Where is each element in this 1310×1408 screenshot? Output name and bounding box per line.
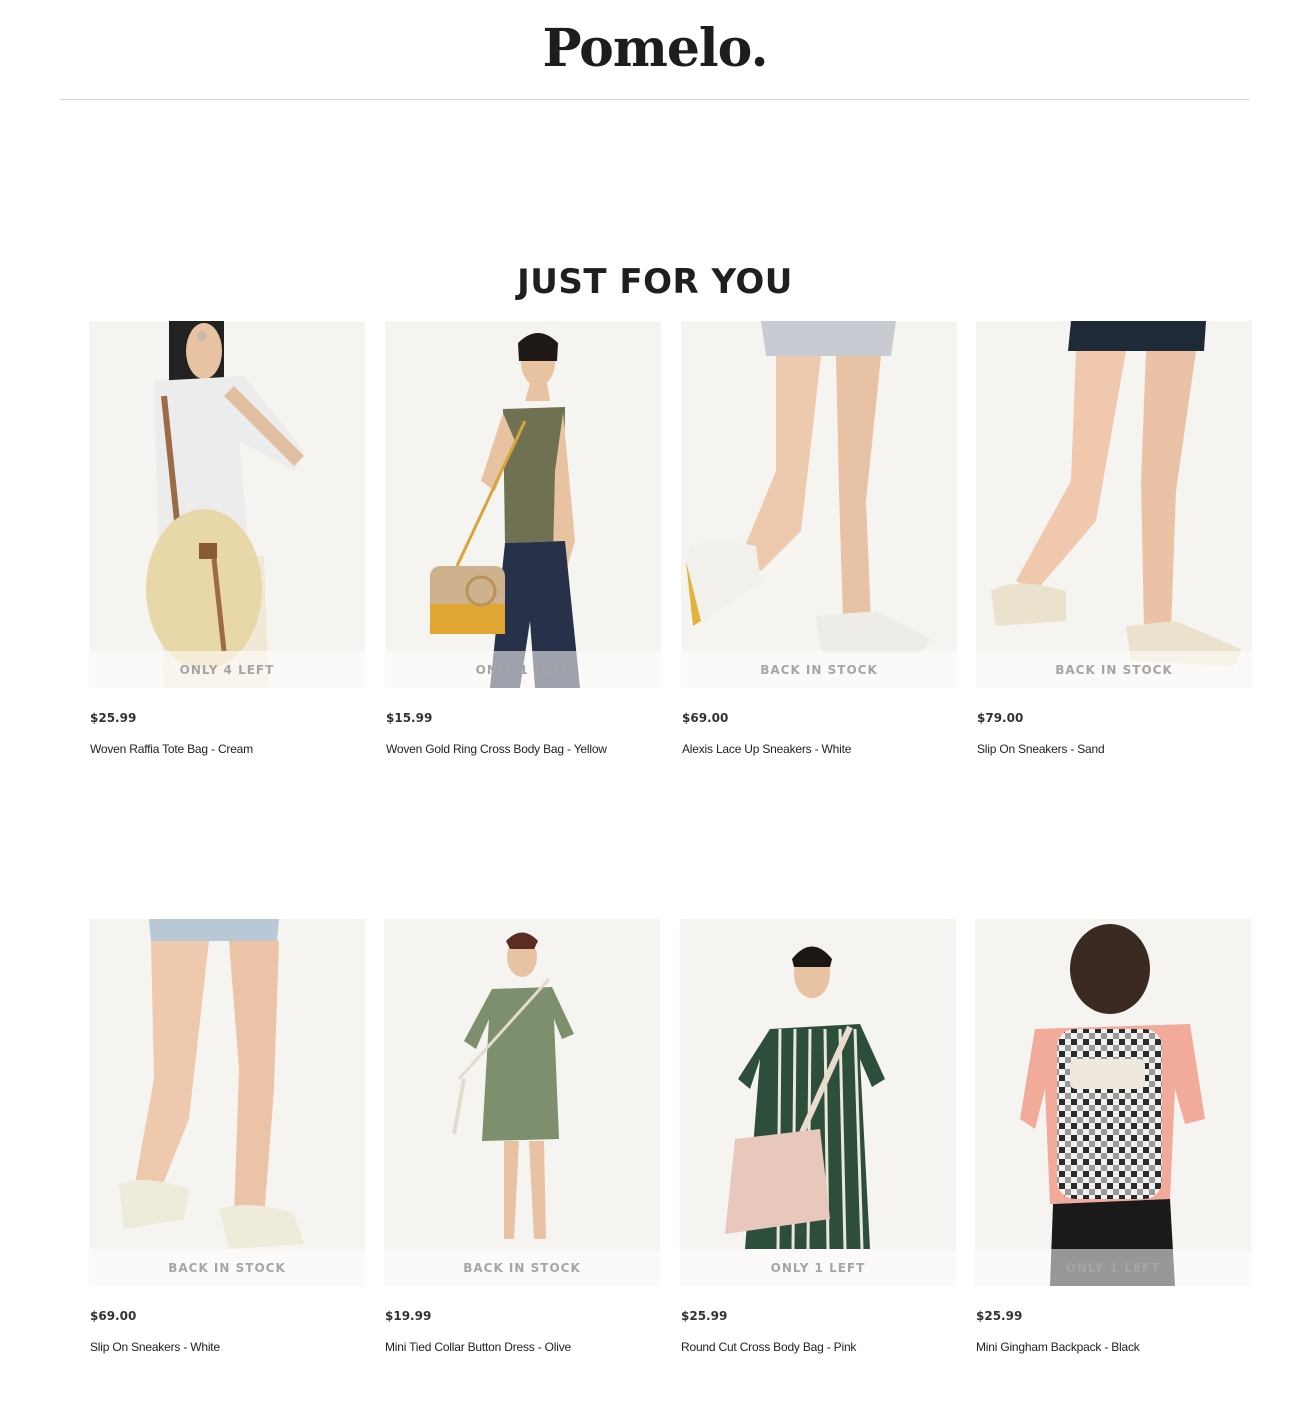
product-image[interactable]: ONLY 1 LEFT (385, 321, 661, 688)
product-image[interactable]: ONLY 1 LEFT (975, 919, 1251, 1286)
product-image[interactable]: BACK IN STOCK (681, 321, 957, 688)
stock-badge: BACK IN STOCK (681, 651, 957, 688)
product-price: $69.00 (682, 711, 729, 725)
product-price: $69.00 (90, 1309, 137, 1323)
product-name[interactable]: Round Cut Cross Body Bag - Pink (681, 1340, 856, 1354)
product-name[interactable]: Alexis Lace Up Sneakers - White (682, 742, 851, 756)
product-card[interactable]: ONLY 1 LEFT $15.99 Woven Gold Ring Cross… (385, 321, 661, 756)
product-price: $25.99 (90, 711, 137, 725)
product-name[interactable]: Mini Gingham Backpack - Black (976, 1340, 1140, 1354)
product-card[interactable]: BACK IN STOCK $69.00 Alexis Lace Up Snea… (681, 321, 957, 756)
product-card[interactable]: ONLY 4 LEFT $25.99 Woven Raffia Tote Bag… (89, 321, 365, 756)
stock-badge: BACK IN STOCK (384, 1249, 660, 1286)
product-image[interactable]: ONLY 1 LEFT (680, 919, 956, 1286)
stock-badge: BACK IN STOCK (976, 651, 1252, 688)
stock-badge: BACK IN STOCK (89, 1249, 365, 1286)
stock-badge: ONLY 1 LEFT (975, 1249, 1251, 1286)
product-price: $79.00 (977, 711, 1024, 725)
stock-badge: ONLY 4 LEFT (89, 651, 365, 688)
product-card[interactable]: ONLY 1 LEFT $25.99 Mini Gingham Backpack… (975, 919, 1251, 1354)
product-image[interactable]: BACK IN STOCK (89, 919, 365, 1286)
page: Pomelo. JUST FOR YOU ONLY 4 LEFT $25.99 … (0, 0, 1310, 1408)
product-name[interactable]: Slip On Sneakers - White (90, 1340, 220, 1354)
product-image[interactable]: BACK IN STOCK (384, 919, 660, 1286)
product-card[interactable]: BACK IN STOCK $69.00 Slip On Sneakers - … (89, 919, 365, 1354)
product-price: $25.99 (681, 1309, 728, 1323)
product-card[interactable]: BACK IN STOCK $79.00 Slip On Sneakers - … (976, 321, 1252, 756)
product-image[interactable]: ONLY 4 LEFT (89, 321, 365, 688)
product-card[interactable]: ONLY 1 LEFT $25.99 Round Cut Cross Body … (680, 919, 956, 1354)
product-image[interactable]: BACK IN STOCK (976, 321, 1252, 688)
product-grid: ONLY 4 LEFT $25.99 Woven Raffia Tote Bag… (0, 0, 1310, 1408)
product-card[interactable]: BACK IN STOCK $19.99 Mini Tied Collar Bu… (384, 919, 660, 1354)
product-price: $15.99 (386, 711, 433, 725)
product-name[interactable]: Slip On Sneakers - Sand (977, 742, 1105, 756)
stock-badge: ONLY 1 LEFT (385, 651, 661, 688)
product-name[interactable]: Woven Gold Ring Cross Body Bag - Yellow (386, 742, 607, 756)
product-name[interactable]: Woven Raffia Tote Bag - Cream (90, 742, 253, 756)
product-price: $25.99 (976, 1309, 1023, 1323)
stock-badge: ONLY 1 LEFT (680, 1249, 956, 1286)
product-name[interactable]: Mini Tied Collar Button Dress - Olive (385, 1340, 571, 1354)
product-price: $19.99 (385, 1309, 432, 1323)
